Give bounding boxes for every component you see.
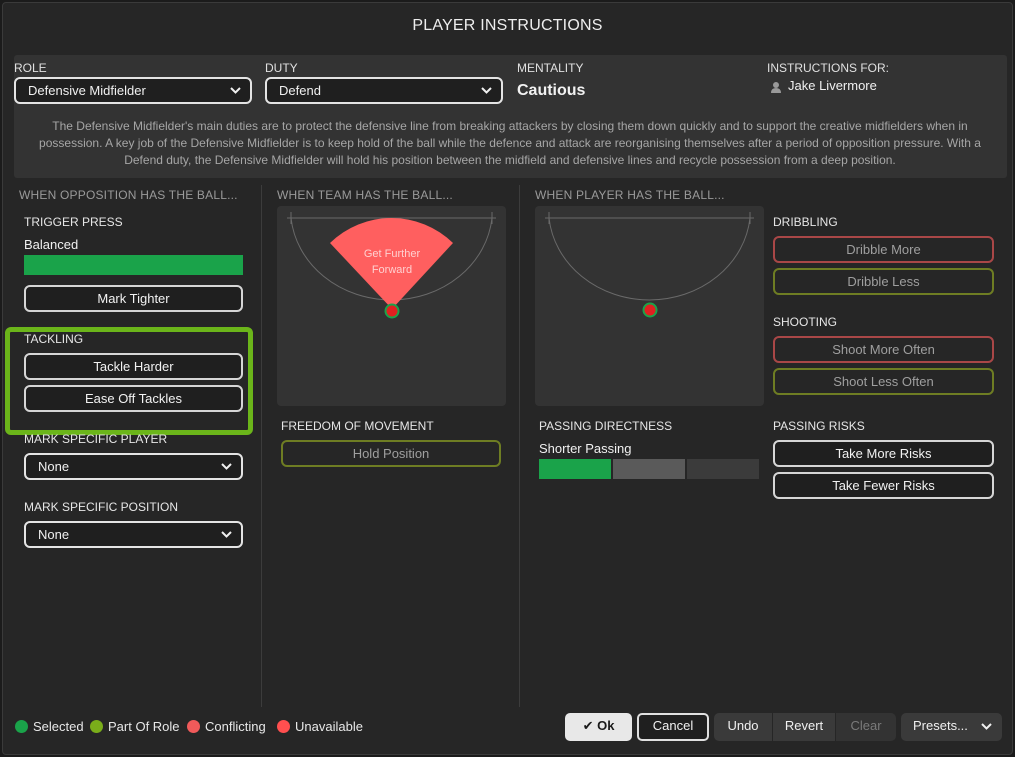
column-divider (519, 185, 520, 707)
mark-position-select[interactable]: None (24, 521, 243, 548)
presets-button[interactable]: Presets... (901, 713, 1002, 741)
take-more-risks-button[interactable]: Take More Risks (773, 440, 994, 467)
zone-label-line2: Forward (372, 264, 412, 276)
team-ball-heading: WHEN TEAM HAS THE BALL... (277, 188, 453, 202)
mark-position-value: None (38, 527, 70, 542)
clear-button[interactable]: Clear (836, 713, 896, 741)
duty-value: Defend (279, 83, 321, 98)
mark-player-value: None (38, 459, 70, 474)
legend-selected-label: Selected (33, 719, 84, 734)
chevron-down-icon (221, 455, 232, 470)
pitch-diagram: Get Further Forward (287, 212, 496, 319)
conflicting-dot-icon (187, 720, 200, 733)
dialog-title: PLAYER INSTRUCTIONS (412, 17, 603, 34)
trigger-press-label: TRIGGER PRESS (24, 215, 123, 229)
dribbling-label: DRIBBLING (773, 215, 838, 229)
take-fewer-risks-button[interactable]: Take Fewer Risks (773, 472, 994, 499)
tackling-highlight-box (5, 327, 253, 435)
passing-directness-bar[interactable] (539, 459, 759, 479)
instructions-for-label: INSTRUCTIONS FOR: (767, 61, 889, 75)
player-ball-pitch[interactable] (535, 206, 764, 406)
undo-button[interactable]: Undo (714, 713, 772, 741)
revert-button[interactable]: Revert (773, 713, 835, 741)
zone-label-line1: Get Further (364, 248, 421, 260)
player-position-marker (384, 303, 400, 319)
duty-label: DUTY (265, 61, 298, 75)
selected-dot-icon (15, 720, 28, 733)
hold-position-button[interactable]: Hold Position (281, 440, 501, 467)
mark-position-label: MARK SPECIFIC POSITION (24, 500, 179, 514)
passing-directness-value: Shorter Passing (539, 441, 632, 456)
legend-part-of-role-label: Part Of Role (108, 719, 180, 734)
pitch-diagram (545, 212, 754, 318)
shoot-more-often-button[interactable]: Shoot More Often (773, 336, 994, 363)
passing-directness-segment[interactable] (539, 459, 611, 479)
check-icon: ✔ (582, 718, 594, 733)
chevron-down-icon (230, 79, 241, 94)
mark-tighter-button[interactable]: Mark Tighter (24, 285, 243, 312)
freedom-of-movement-label: FREEDOM OF MOVEMENT (281, 419, 434, 433)
passing-directness-segment[interactable] (687, 459, 759, 479)
role-value: Defensive Midfielder (28, 83, 146, 98)
chevron-down-icon (481, 79, 492, 94)
trigger-press-bar[interactable] (24, 255, 243, 275)
dribble-less-button[interactable]: Dribble Less (773, 268, 994, 295)
duty-select[interactable]: Defend (265, 77, 503, 104)
player-position-marker (642, 302, 658, 318)
team-ball-pitch[interactable]: Get Further Forward (277, 206, 506, 406)
mentality-label: MENTALITY (517, 61, 584, 75)
part-of-role-dot-icon (90, 720, 103, 733)
chevron-down-icon (981, 713, 992, 730)
player-name[interactable]: Jake Livermore (788, 78, 877, 93)
player-ball-heading: WHEN PLAYER HAS THE BALL... (535, 188, 725, 202)
role-description: The Defensive Midfielder's main duties a… (39, 119, 981, 167)
trigger-press-fill (24, 255, 243, 275)
legend-unavailable-label: Unavailable (295, 719, 363, 734)
passing-risks-label: PASSING RISKS (773, 419, 865, 433)
mentality-value: Cautious (517, 82, 586, 99)
legend-conflicting: Conflicting (187, 719, 266, 734)
cancel-button[interactable]: Cancel (637, 713, 709, 741)
column-divider (261, 185, 262, 707)
passing-directness-label: PASSING DIRECTNESS (539, 419, 673, 433)
ok-label: Ok (597, 718, 615, 733)
chevron-down-icon (221, 523, 232, 538)
legend-selected: Selected (15, 719, 84, 734)
unavailable-dot-icon (277, 720, 290, 733)
role-select[interactable]: Defensive Midfielder (14, 77, 252, 104)
legend-part-of-role: Part Of Role (90, 719, 180, 734)
trigger-press-value: Balanced (24, 237, 79, 252)
player-instructions-dialog: PLAYER INSTRUCTIONS ROLE Defensive Midfi… (2, 2, 1013, 755)
legend-conflicting-label: Conflicting (205, 719, 266, 734)
person-icon (771, 82, 781, 93)
dribble-more-button[interactable]: Dribble More (773, 236, 994, 263)
passing-directness-segment[interactable] (613, 459, 685, 479)
shooting-label: SHOOTING (773, 315, 838, 329)
presets-label: Presets... (913, 718, 968, 733)
opposition-heading: WHEN OPPOSITION HAS THE BALL... (19, 188, 238, 202)
mark-player-label: MARK SPECIFIC PLAYER (24, 432, 168, 446)
role-label: ROLE (14, 61, 47, 75)
role-header-panel: ROLE Defensive Midfielder DUTY Defend ME… (14, 55, 1007, 178)
legend-unavailable: Unavailable (277, 719, 363, 734)
shoot-less-often-button[interactable]: Shoot Less Often (773, 368, 994, 395)
mark-player-select[interactable]: None (24, 453, 243, 480)
ok-button[interactable]: ✔ Ok (565, 713, 632, 741)
